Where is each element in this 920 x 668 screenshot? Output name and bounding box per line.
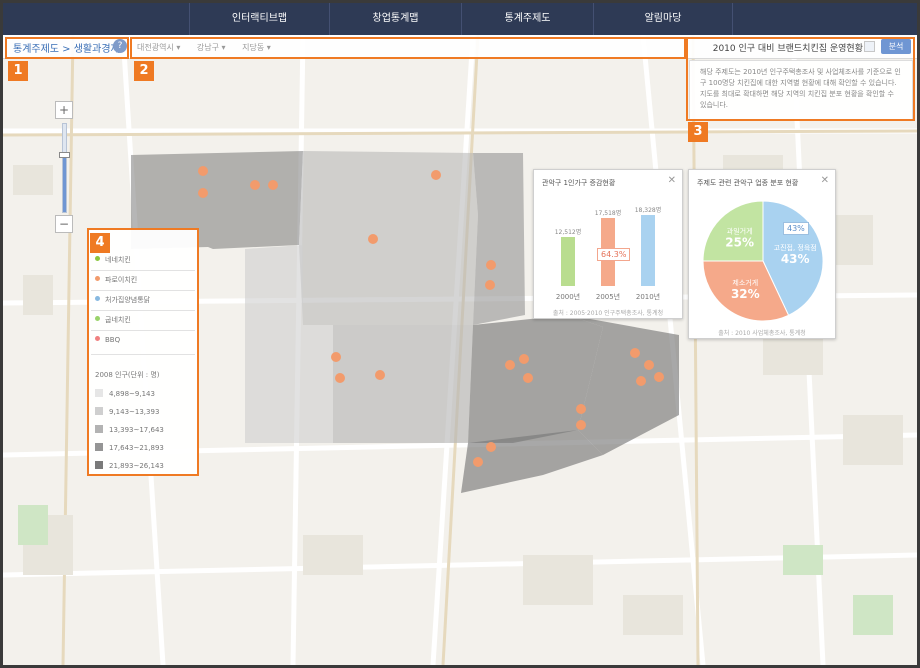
pie-slice-label: 과일거게 [727, 227, 753, 236]
tab-stat-theme-map[interactable]: 통계주제도 [461, 3, 593, 35]
shop-marker [473, 457, 483, 467]
bar-category-label: 2005년 [595, 293, 621, 301]
growth-percent-tag: 64.3% [597, 248, 631, 261]
shop-marker [630, 348, 640, 358]
shop-marker [331, 352, 341, 362]
zoom-control: + − [55, 101, 75, 233]
shop-marker [636, 376, 646, 386]
shop-marker [505, 360, 515, 370]
zoom-in-button[interactable]: + [55, 101, 73, 119]
zoom-handle[interactable] [59, 151, 70, 158]
household-change-popup: 관악구 1인가구 증감현황 ✕ 12,512명 17,518명 18,328명 … [533, 169, 683, 319]
top-navigation: 인터랙티브맵 창업통계맵 통계주제도 알림마당 [3, 3, 917, 35]
callout-number-2: 2 [134, 61, 154, 81]
shop-marker [268, 180, 278, 190]
pie-slice-value: 25% [725, 236, 754, 250]
shop-marker [250, 180, 260, 190]
shop-marker [644, 360, 654, 370]
callout-box-1 [5, 37, 129, 59]
shop-marker [368, 234, 378, 244]
callout-number-4: 4 [90, 233, 110, 253]
tab-interactive-map[interactable]: 인터랙티브맵 [189, 3, 329, 35]
shop-marker [486, 442, 496, 452]
pie-slice-label: 고진접, 정육점 [774, 243, 817, 252]
bar-2010 [641, 214, 655, 286]
shop-marker [431, 170, 441, 180]
shop-marker [198, 166, 208, 176]
shop-marker [654, 372, 664, 382]
bar-value-label: 12,512명 [554, 229, 582, 237]
callout-number-1: 1 [8, 61, 28, 81]
shop-marker [335, 373, 345, 383]
bar-value-label: 17,518명 [594, 209, 622, 217]
pie-chart: 고진접, 정육점43%제소거게32%과일거게25% [702, 200, 824, 322]
shop-marker [486, 260, 496, 270]
callout-box-2 [130, 37, 686, 59]
shop-marker [485, 280, 495, 290]
pie-slice-value: 32% [731, 287, 760, 301]
shop-marker [375, 370, 385, 380]
shop-marker [198, 188, 208, 198]
close-icon[interactable]: ✕ [668, 175, 676, 186]
callout-number-3: 3 [688, 122, 708, 142]
bar-category-label: 2010년 [635, 293, 661, 301]
bar-value-label: 18,328명 [634, 206, 662, 214]
bar-category-label: 2000년 [555, 293, 581, 301]
shop-marker [523, 373, 533, 383]
industry-distribution-popup: 주제도 관련 관악구 업종 분포 현황 ✕ 고진접, 정육점 43% 제소거게 32%… [688, 169, 836, 339]
popup-source: 출처 : 2005·2010 인구주택총조사, 통계청 [552, 310, 664, 317]
callout-box-3 [686, 37, 915, 121]
shop-marker [519, 354, 529, 364]
pie-percent-tag: 43% [783, 222, 809, 235]
popup-source: 출처 : 2010 사업체총조사, 통계청 [718, 330, 806, 337]
tab-notices[interactable]: 알림마당 [593, 3, 733, 35]
app-frame: 인터랙티브맵 창업통계맵 통계주제도 알림마당 통계주제도 > 생활과경제 ? … [0, 0, 920, 668]
tab-startup-stats-map[interactable]: 창업통계맵 [329, 3, 461, 35]
pie-slice-value: 43% [781, 252, 810, 266]
zoom-slider[interactable] [59, 123, 70, 213]
popup-title: 관악구 1인가구 증감현황 [542, 179, 616, 187]
shop-marker [576, 404, 586, 414]
popup-title: 주제도 관련 관악구 업종 분포 현황 [697, 179, 799, 187]
bar-2000 [561, 237, 575, 286]
callout-box-4 [87, 228, 199, 476]
close-icon[interactable]: ✕ [821, 175, 829, 186]
shop-marker [576, 420, 586, 430]
zoom-out-button[interactable]: − [55, 215, 73, 233]
zoom-level-fill [63, 154, 66, 212]
pie-slice-label: 제소거게 [732, 278, 758, 287]
bar-chart-area: 12,512명 17,518명 18,328명 64.3% [542, 206, 676, 286]
